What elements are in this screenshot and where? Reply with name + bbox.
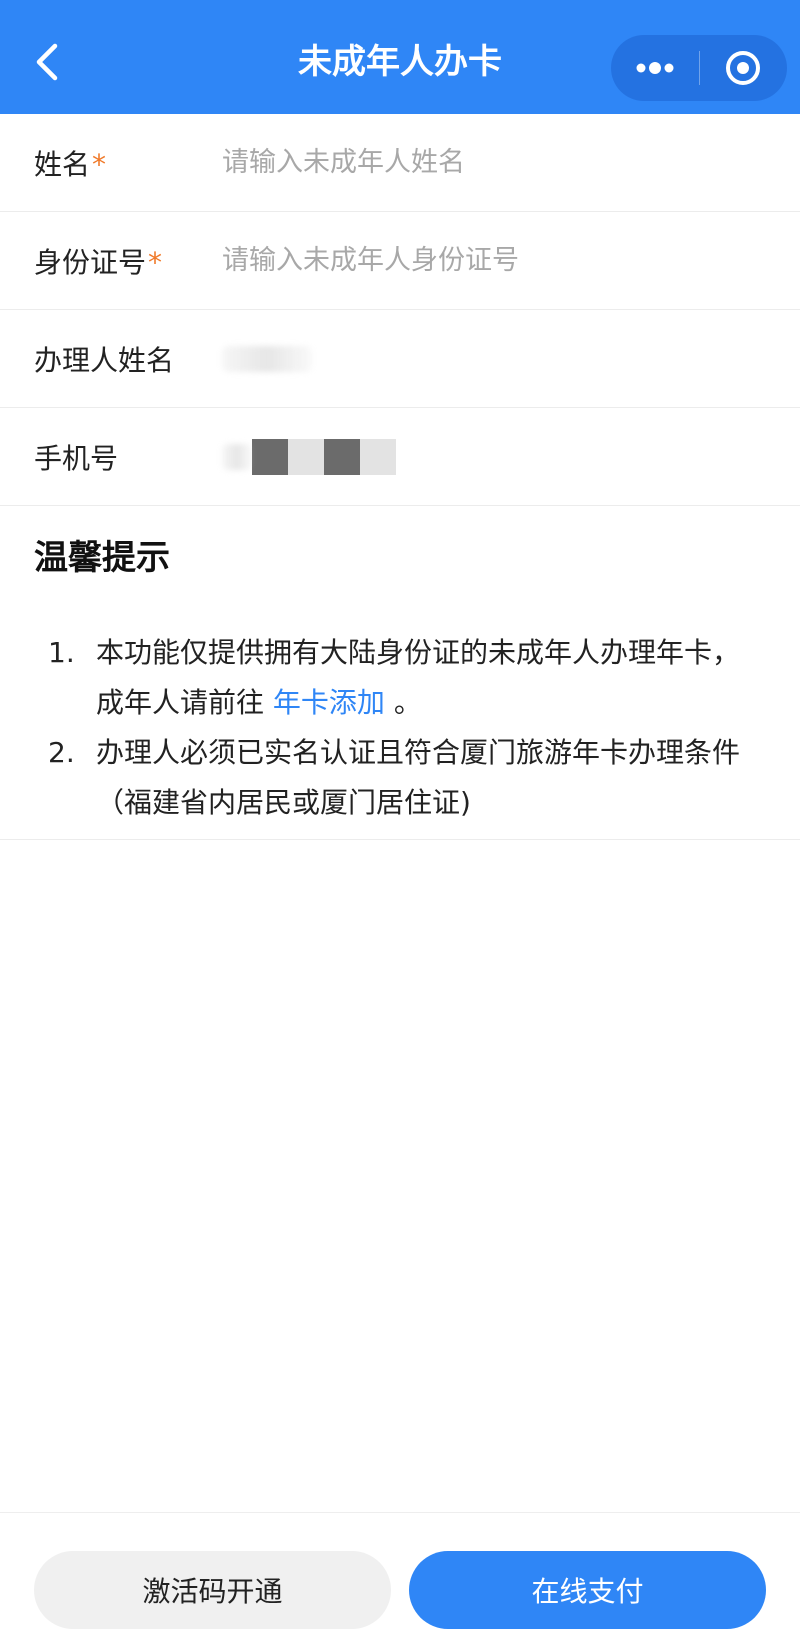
- applicant-name-redacted-value: [222, 341, 312, 377]
- form-row-id-number: 身份证号*: [0, 212, 800, 310]
- page-title: 未成年人办卡: [298, 42, 502, 82]
- required-star: *: [92, 147, 107, 181]
- tips-item-number: 1.: [48, 636, 75, 669]
- online-pay-button[interactable]: 在线支付: [409, 1551, 766, 1629]
- tips-section: 温馨提示 1. 本功能仅提供拥有大陆身份证的未成年人办理年卡，成年人请前往 年卡…: [0, 510, 800, 840]
- required-star: *: [148, 245, 163, 279]
- mini-program-capsule: [611, 35, 787, 101]
- id-number-input[interactable]: [222, 235, 762, 286]
- redaction-block: [288, 438, 324, 475]
- phone-label: 手机号: [34, 441, 119, 475]
- tips-item-text: 办理人必须已实名认证且符合厦门旅游年卡办理条件（福建省内居民或厦门居住证): [96, 736, 741, 819]
- target-circle-icon: [726, 51, 761, 85]
- tips-item: 1. 本功能仅提供拥有大陆身份证的未成年人办理年卡，成年人请前往 年卡添加 。: [48, 628, 760, 728]
- redaction-blur: [222, 443, 252, 470]
- id-number-label: 身份证号*: [34, 245, 163, 279]
- tips-item-number: 2.: [48, 736, 75, 769]
- redaction-block: [360, 438, 396, 475]
- name-label: 姓名*: [34, 147, 107, 181]
- activation-code-button[interactable]: 激活码开通: [34, 1551, 391, 1629]
- chevron-left-icon: [36, 43, 58, 81]
- close-mini-program-button[interactable]: [700, 35, 788, 101]
- tips-item-text-end: 。: [384, 686, 422, 719]
- form-row-phone: 手机号: [0, 408, 800, 506]
- applicant-name-label: 办理人姓名: [34, 343, 175, 377]
- app-root: 未成年人办卡 姓名* 身份证号*: [0, 0, 800, 1631]
- more-dots-icon: [636, 62, 674, 74]
- name-input[interactable]: [222, 137, 762, 188]
- tips-title: 温馨提示: [34, 538, 170, 578]
- tips-list: 1. 本功能仅提供拥有大陆身份证的未成年人办理年卡，成年人请前往 年卡添加 。 …: [48, 628, 760, 828]
- bottom-action-bar: 激活码开通 在线支付: [0, 1512, 800, 1631]
- phone-redacted-value: [222, 438, 396, 475]
- form-row-applicant-name: 办理人姓名: [0, 310, 800, 408]
- redaction-block: [252, 438, 288, 475]
- redaction-block: [324, 438, 360, 475]
- redaction-blur: [222, 345, 312, 372]
- back-button[interactable]: [22, 38, 70, 86]
- nav-header: 未成年人办卡: [0, 0, 800, 114]
- tips-item: 2. 办理人必须已实名认证且符合厦门旅游年卡办理条件（福建省内居民或厦门居住证): [48, 728, 760, 828]
- more-button[interactable]: [611, 35, 699, 101]
- annual-card-add-link[interactable]: 年卡添加: [273, 686, 385, 719]
- form-row-name: 姓名*: [0, 114, 800, 212]
